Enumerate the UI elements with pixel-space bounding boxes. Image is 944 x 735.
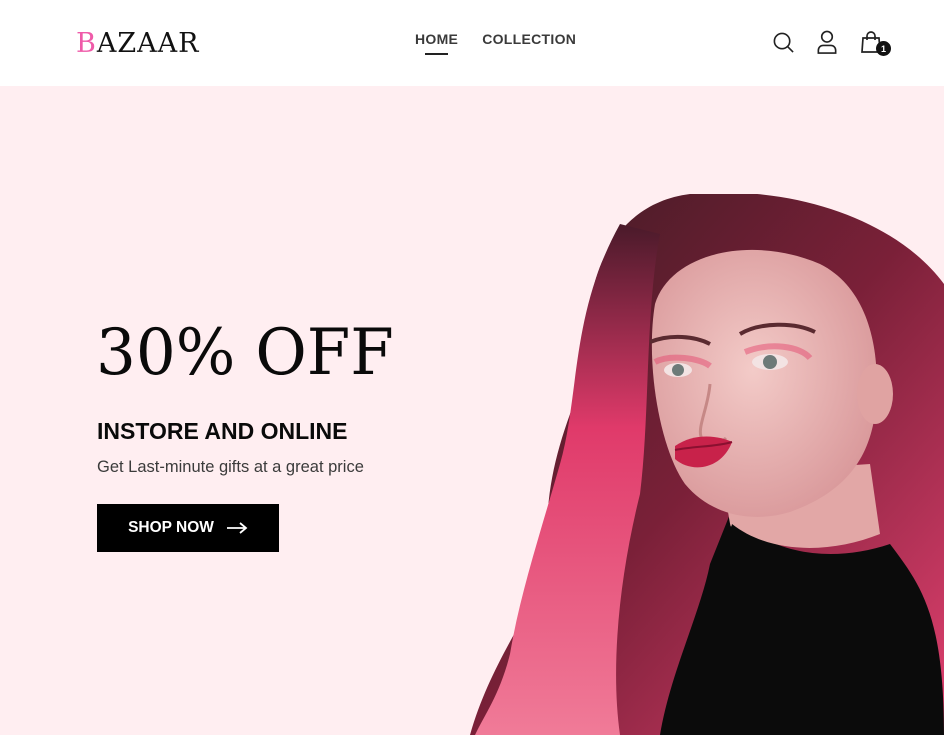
search-icon [773,32,794,53]
brand-logo[interactable]: BAZAAR [76,28,199,60]
cart-button[interactable]: 1 [859,29,891,56]
hero-description: Get Last-minute gifts at a great price [97,458,364,476]
logo-rest: AZAAR [96,28,200,59]
cart-count-badge: 1 [876,41,891,56]
shop-now-label: SHOP NOW [128,519,214,536]
hero-subtitle: INSTORE AND ONLINE [97,418,348,444]
main-nav: HOME COLLECTION [415,31,576,55]
hero-banner: 30% OFF INSTORE AND ONLINE Get Last-minu… [0,86,944,735]
header-icons: 1 [771,29,891,56]
shop-now-button[interactable]: SHOP NOW [97,504,279,552]
site-header: BAZAAR HOME COLLECTION 1 [0,0,944,86]
account-button[interactable] [815,29,839,55]
user-icon [817,30,837,54]
hero-title: 30% OFF [96,316,394,390]
model-portrait [470,194,944,735]
arrow-right-icon [226,522,248,534]
nav-collection[interactable]: COLLECTION [482,31,576,55]
nav-home[interactable]: HOME [415,31,458,55]
logo-first-letter: B [76,28,97,59]
search-button[interactable] [771,29,795,55]
